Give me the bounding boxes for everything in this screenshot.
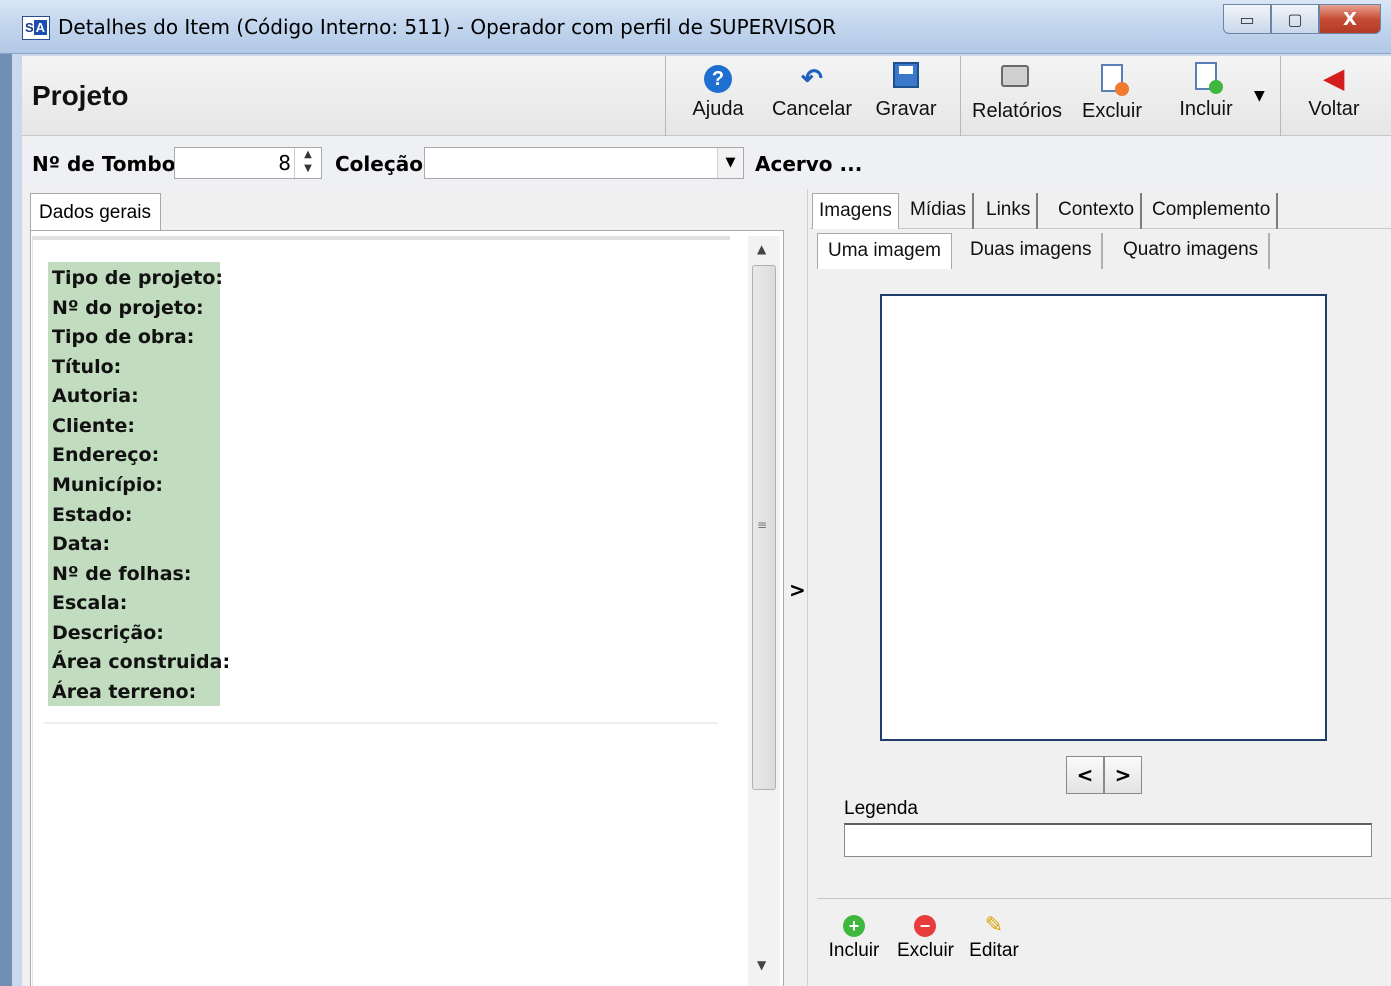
tab-midias[interactable]: Mídias [904, 193, 974, 229]
tab-dados-gerais[interactable]: Dados gerais [30, 193, 161, 231]
field-label: Estado: [52, 504, 133, 526]
printer-icon [1001, 65, 1029, 87]
back-arrow-icon: ◀ [1324, 63, 1344, 93]
close-button[interactable]: X [1319, 4, 1381, 34]
scroll-up-icon[interactable]: ▲ [757, 242, 766, 256]
legenda-label: Legenda [844, 798, 918, 819]
cancelar-button[interactable]: ↶ Cancelar [770, 62, 854, 130]
colecao-select[interactable]: ▼ [424, 147, 744, 179]
acervo-link[interactable]: Acervo ... [755, 152, 862, 176]
relatorios-button[interactable]: Relatórios [972, 64, 1063, 132]
tab-uma-imagem[interactable]: Uma imagem [817, 233, 952, 269]
spin-up-icon[interactable]: ▲ [295, 148, 321, 162]
page-title: Projeto [32, 80, 129, 111]
tombo-stepper[interactable]: ▲ ▼ [294, 148, 321, 178]
excluir-image-label: Excluir [897, 940, 955, 961]
remove-circle-icon: − [914, 915, 936, 937]
delete-document-icon [1101, 64, 1129, 96]
field-label: Nº do projeto: [52, 297, 204, 319]
excluir-toolbar-label: Excluir [1081, 100, 1142, 122]
field-label: Município: [52, 474, 164, 496]
maximize-button[interactable]: ▢ [1271, 4, 1319, 34]
field-label: Área construida: [52, 651, 231, 673]
toolbar-separator [1280, 56, 1281, 136]
field-label: Escala: [52, 592, 128, 614]
scroll-down-icon[interactable]: ▼ [757, 958, 766, 972]
field-label: Título: [52, 356, 122, 378]
legenda-input[interactable] [844, 823, 1372, 857]
incluir-image-button[interactable]: + Incluir [828, 910, 880, 962]
image-preview[interactable] [880, 294, 1327, 741]
editar-image-label: Editar [969, 940, 1019, 961]
toolbar-separator [960, 56, 961, 136]
scroll-grip-icon: ≡ [757, 518, 768, 532]
window-controls: ▭ ▢ X [1223, 4, 1381, 34]
pencil-icon: ✎ [984, 912, 1004, 937]
minimize-button[interactable]: ▭ [1223, 4, 1271, 34]
voltar-button[interactable]: ◀ Voltar [1306, 62, 1362, 130]
toolbar: Projeto ? Ajuda ↶ Cancelar Gravar Relató… [22, 56, 1391, 136]
tab-complemento[interactable]: Complemento [1146, 193, 1279, 229]
combo-arrow-icon[interactable]: ▼ [717, 148, 743, 178]
tombo-row: Nº de Tombo 8 ▲ ▼ Coleção ▼ Acervo ... [22, 137, 1391, 189]
field-label: Área terreno: [52, 681, 197, 703]
incluir-dropdown-arrow[interactable]: ▼ [1254, 88, 1265, 104]
cancelar-label: Cancelar [771, 98, 853, 120]
incluir-toolbar-button[interactable]: Incluir [1176, 62, 1236, 130]
field-label: Tipo de obra: [52, 326, 195, 348]
field-label: Descrição: [52, 622, 164, 644]
gravar-button[interactable]: Gravar [874, 62, 938, 130]
voltar-label: Voltar [1308, 98, 1360, 120]
excluir-toolbar-button[interactable]: Excluir [1080, 64, 1144, 132]
splitter-expand-icon[interactable]: > [789, 578, 806, 602]
incluir-toolbar-label: Incluir [1179, 98, 1233, 120]
actions-divider [817, 898, 1391, 899]
gravar-label: Gravar [875, 98, 937, 120]
add-document-icon [1195, 62, 1223, 94]
app-icon-letter-s: S [24, 20, 34, 35]
toolbar-separator [665, 56, 666, 136]
maximize-icon: ▢ [1287, 9, 1303, 29]
tab-duas-imagens[interactable]: Duas imagens [960, 233, 1104, 269]
close-icon: X [1343, 8, 1357, 30]
field-label: Endereço: [52, 444, 160, 466]
minimize-icon: ▭ [1239, 9, 1255, 29]
next-image-button[interactable]: > [1104, 756, 1142, 794]
tab-quatro-imagens[interactable]: Quatro imagens [1113, 233, 1271, 269]
spin-down-icon[interactable]: ▼ [295, 162, 321, 176]
excluir-image-button[interactable]: − Excluir [897, 910, 955, 962]
field-label: Cliente: [52, 415, 135, 437]
ajuda-button[interactable]: ? Ajuda [688, 62, 748, 130]
field-label: Autoria: [52, 385, 139, 407]
field-label: Nº de folhas: [52, 563, 192, 585]
title-bar: SA Detalhes do Item (Código Interno: 511… [0, 0, 1391, 54]
colecao-label: Coleção [335, 152, 423, 176]
app-icon-letter-a: A [33, 20, 48, 35]
window-title: Detalhes do Item (Código Interno: 511) -… [58, 15, 836, 39]
tab-imagens[interactable]: Imagens [812, 193, 899, 229]
ajuda-label: Ajuda [692, 98, 744, 120]
incluir-image-label: Incluir [828, 940, 880, 961]
add-circle-icon: + [843, 915, 865, 937]
previous-image-button[interactable]: < [1066, 756, 1104, 794]
help-icon: ? [704, 65, 732, 93]
relatorios-label: Relatórios [972, 100, 1063, 122]
save-disk-icon [893, 62, 919, 88]
editar-image-button[interactable]: ✎ Editar [968, 910, 1020, 962]
divider [44, 722, 718, 724]
tab-contexto[interactable]: Contexto [1052, 193, 1143, 229]
field-label: Tipo de projeto: [52, 267, 223, 289]
app-icon: SA [22, 16, 50, 40]
field-label: Data: [52, 533, 111, 555]
undo-icon: ↶ [801, 63, 823, 93]
tab-links[interactable]: Links [980, 193, 1039, 229]
tombo-label: Nº de Tombo [32, 152, 176, 176]
